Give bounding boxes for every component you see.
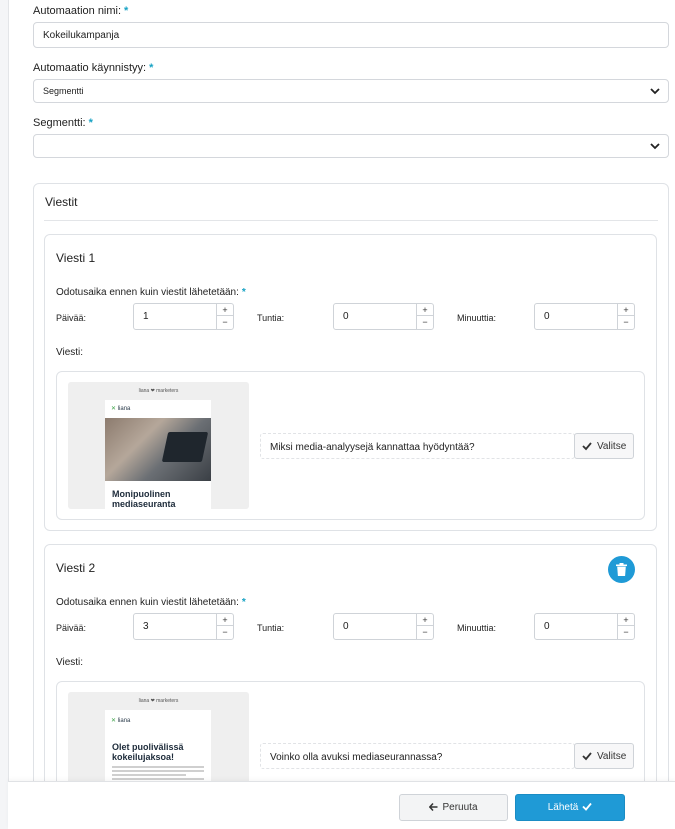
check-icon [582,442,592,451]
required-mark: * [149,62,154,74]
required-mark: * [241,597,246,608]
thumbnail-brand: liana ❤ marketers [138,698,179,704]
thumbnail-paper: ✕ liana Monipuolinen mediaseuranta [105,400,211,509]
message-label: Viesti: [56,657,84,668]
increment-button[interactable]: + [417,304,433,316]
liana-logo: ✕ liana [111,406,131,412]
arrow-left-icon [429,802,438,812]
hours-input[interactable]: 0 + − [333,303,434,330]
decrement-button[interactable]: − [618,626,634,638]
delete-message-button[interactable] [608,556,635,583]
wait-time-label: Odotusaika ennen kuin viestit lähetetään… [56,597,246,608]
thumbnail-brand: liana ❤ marketers [138,388,179,394]
trash-icon [616,563,627,576]
hours-input[interactable]: 0 + − [333,613,434,640]
message-card-1: Viesti 1 Odotusaika ennen kuin viestit l… [44,234,657,531]
minutes-label: Minuuttia: [457,313,497,323]
form-panel: Automaation nimi: * Kokeilukampanja Autom… [8,0,675,829]
minutes-label: Minuuttia: [457,623,497,633]
minutes-input[interactable]: 0 + − [534,613,635,640]
send-button[interactable]: Lähetä [515,794,625,821]
liana-logo: ✕ liana [111,718,131,724]
message-label: Viesti: [56,347,84,358]
increment-button[interactable]: + [417,614,433,626]
message-subject: Miksi media-analyysejä kannattaa hyödynt… [260,433,575,459]
decrement-button[interactable]: − [618,316,634,328]
name-label: Automaation nimi: * [33,5,129,17]
days-input[interactable]: 1 + − [133,303,234,330]
thumbnail-headline: Monipuolinen mediaseuranta [112,489,176,509]
wait-time-label: Odotusaika ennen kuin viestit lähetetään… [56,287,246,298]
thumbnail-photo [105,418,211,481]
thumbnail-headline: Olet puolivälissä kokeilujaksoa! [112,742,184,762]
hours-label: Tuntia: [257,313,285,323]
check-icon [582,802,592,811]
segment-label: Segmentti: * [33,117,93,129]
required-mark: * [241,287,246,298]
trigger-select[interactable]: Segmentti [33,79,669,103]
required-mark: * [124,5,129,17]
message-preview: liana ❤ marketers ✕ liana Monipuolinen m… [56,371,645,520]
select-button[interactable]: Valitse [574,433,634,459]
automation-name-input[interactable]: Kokeilukampanja [33,22,669,48]
days-input[interactable]: 3 + − [133,613,234,640]
chevron-down-icon [650,143,660,150]
email-thumbnail[interactable]: liana ❤ marketers ✕ liana Monipuolinen m… [68,382,249,509]
decrement-button[interactable]: − [417,626,433,638]
stepper: + − [416,304,433,329]
hours-label: Tuntia: [257,623,285,633]
trigger-label: Automaatio käynnistyy: * [33,62,154,74]
stepper: + − [617,304,634,329]
action-bar: Peruuta Lähetä [8,781,675,829]
messages-section: Viestit Viesti 1 Odotusaika ennen kuin v… [33,183,669,829]
check-icon [582,752,592,761]
stepper: + − [416,614,433,639]
decrement-button[interactable]: − [217,626,233,638]
increment-button[interactable]: + [217,614,233,626]
segment-select[interactable] [33,134,669,158]
message-title: Viesti 2 [56,561,96,575]
message-subject: Voinko olla avuksi mediaseurannassa? [260,743,575,769]
select-button[interactable]: Valitse [574,743,634,769]
required-mark: * [88,117,93,129]
stepper: + − [617,614,634,639]
increment-button[interactable]: + [618,614,634,626]
message-title: Viesti 1 [56,251,96,265]
increment-button[interactable]: + [618,304,634,316]
chevron-down-icon [650,88,660,95]
cancel-button[interactable]: Peruuta [399,794,508,821]
messages-section-title: Viestit [45,195,78,209]
days-label: Päivää: [56,623,87,633]
stepper: + − [216,304,233,329]
divider [44,220,658,221]
minutes-input[interactable]: 0 + − [534,303,635,330]
stepper: + − [216,614,233,639]
decrement-button[interactable]: − [217,316,233,328]
days-label: Päivää: [56,313,87,323]
decrement-button[interactable]: − [417,316,433,328]
increment-button[interactable]: + [217,304,233,316]
